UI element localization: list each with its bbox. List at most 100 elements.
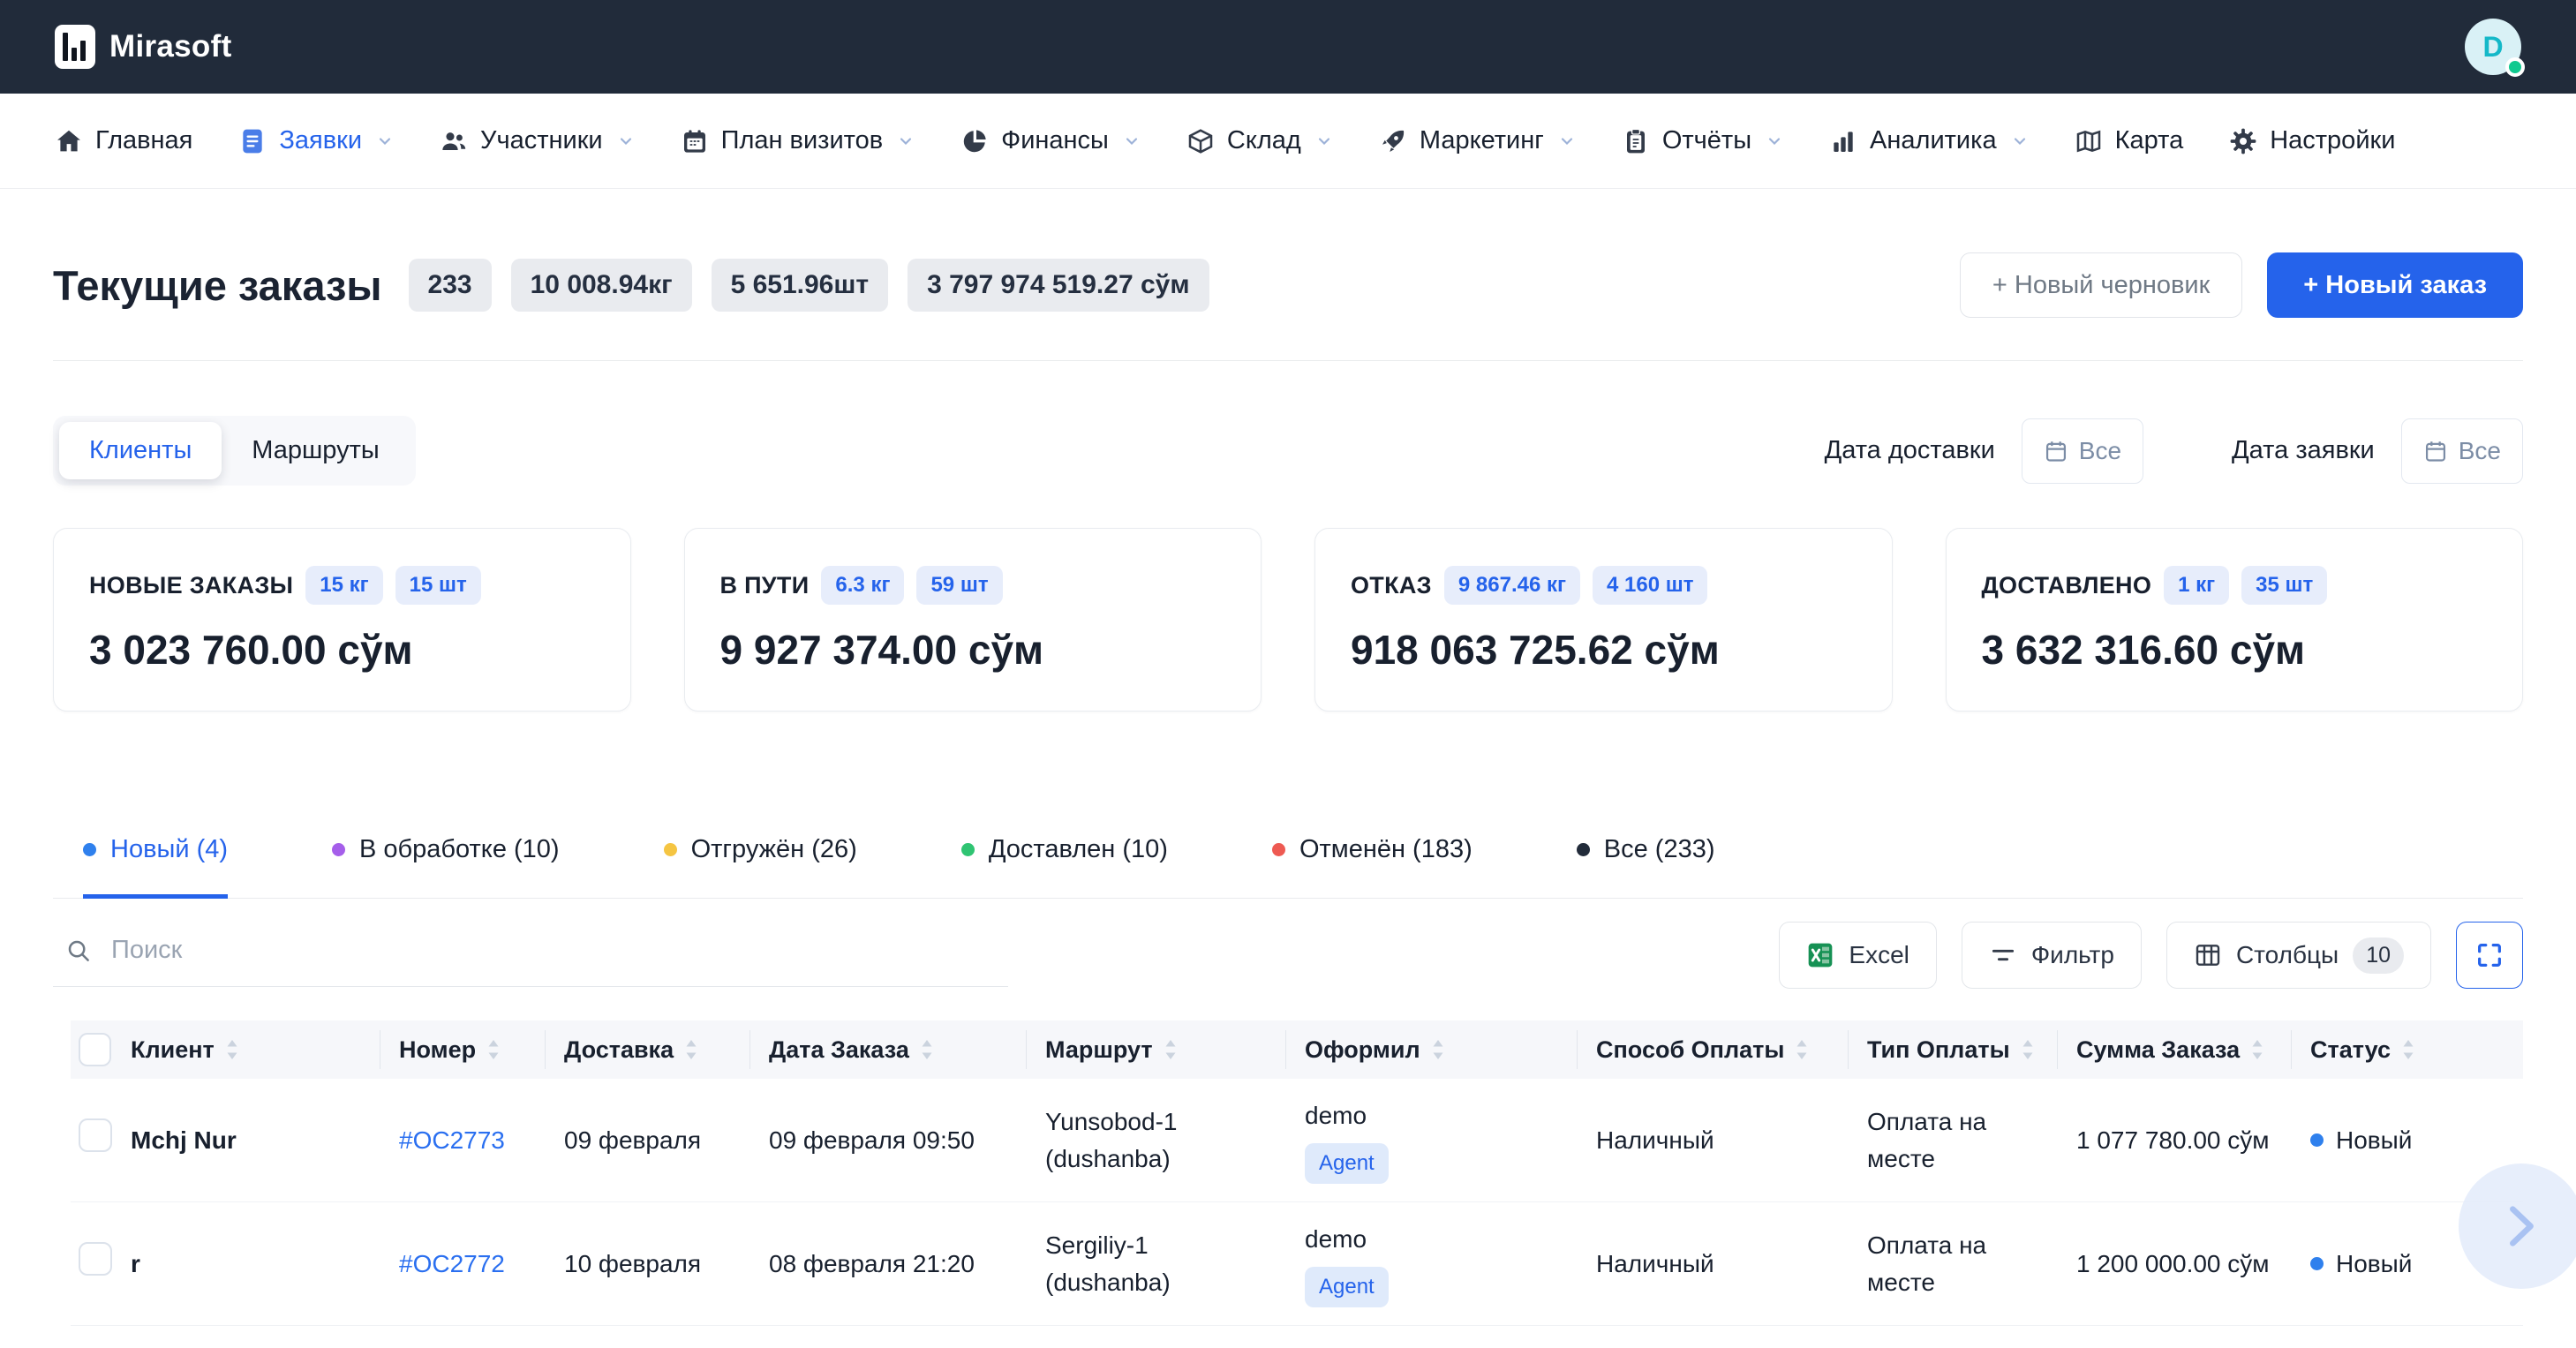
table-scroll-right-button[interactable]: [2459, 1163, 2576, 1289]
columns-button[interactable]: Столбцы 10: [2166, 922, 2431, 989]
summary-card-title: НОВЫЕ ЗАКАЗЫ: [89, 572, 293, 599]
summary-card: В ПУТИ 6.3 кг 59 шт 9 927 374.00 сўм: [684, 528, 1262, 712]
delivery-date-label: Дата доставки: [1825, 436, 1995, 465]
nav-item-warehouse[interactable]: Склад: [1186, 126, 1333, 155]
select-all-checkbox[interactable]: [79, 1033, 111, 1066]
nav-item-marketing[interactable]: Маркетинг: [1379, 126, 1576, 155]
nav-item-members[interactable]: Участники: [440, 126, 635, 155]
nav-label: Карта: [2115, 126, 2184, 155]
route-cell: Yunsobod-1 (dushanba): [1026, 1103, 1285, 1178]
column-header[interactable]: Способ Оплаты: [1577, 1020, 1848, 1079]
sort-icon[interactable]: [225, 1038, 239, 1061]
nav-label: Главная: [95, 126, 192, 155]
status-tab-label: Отменён (183): [1299, 835, 1473, 864]
nav-item-analytics[interactable]: Аналитика: [1829, 126, 2029, 155]
nav-item-visit-plan[interactable]: План визитов: [681, 126, 915, 155]
column-header-label: Оформил: [1305, 1036, 1420, 1064]
brand-name: Mirasoft: [109, 29, 232, 64]
chevron-down-icon: [617, 132, 635, 150]
manager-name: demo: [1305, 1221, 1367, 1258]
box-icon: [1186, 127, 1215, 155]
route-name: Sergiliy-1: [1045, 1227, 1285, 1264]
sort-icon[interactable]: [1795, 1038, 1809, 1061]
new-draft-button[interactable]: + Новый черновик: [1960, 252, 2242, 318]
summary-badge: 10 008.94кг: [511, 259, 692, 312]
nav-item-map[interactable]: Карта: [2075, 126, 2184, 155]
nav-item-orders[interactable]: Заявки: [238, 126, 394, 155]
status-tab[interactable]: Доставлен (10): [961, 835, 1168, 899]
summary-card: ОТКАЗ 9 867.46 кг 4 160 шт 918 063 725.6…: [1314, 528, 1893, 712]
sort-icon[interactable]: [2021, 1038, 2035, 1061]
column-header[interactable]: Клиент: [111, 1020, 380, 1079]
column-header[interactable]: Сумма Заказа: [2057, 1020, 2291, 1079]
users-icon: [440, 127, 468, 155]
status-dot-icon: [664, 843, 677, 856]
sort-icon[interactable]: [2250, 1038, 2264, 1061]
sort-icon[interactable]: [2401, 1038, 2415, 1061]
status-tab[interactable]: В обработке (10): [332, 835, 560, 899]
nav-item-home[interactable]: Главная: [55, 126, 192, 155]
sort-icon[interactable]: [1431, 1038, 1445, 1061]
column-header-label: Тип Оплаты: [1867, 1036, 2010, 1064]
filter-button[interactable]: Фильтр: [1962, 922, 2142, 989]
rocket-icon: [1379, 127, 1407, 155]
column-header-label: Сумма Заказа: [2076, 1036, 2240, 1064]
status-label: Новый: [2336, 1122, 2412, 1159]
nav-item-settings[interactable]: Настройки: [2229, 126, 2395, 155]
table-row[interactable]: r #OC2772 10 февраля 08 февраля 21:20 Se…: [71, 1202, 2523, 1326]
status-tab[interactable]: Отгружён (26): [664, 835, 857, 899]
nav-item-finance[interactable]: Финансы: [960, 126, 1141, 155]
brand: Mirasoft: [55, 25, 232, 69]
home-icon: [55, 127, 83, 155]
new-order-button[interactable]: + Новый заказ: [2267, 252, 2523, 318]
view-tab[interactable]: Маршруты: [222, 422, 409, 479]
user-avatar[interactable]: D: [2465, 19, 2521, 75]
fullscreen-button[interactable]: [2456, 922, 2523, 989]
excel-export-button[interactable]: Excel: [1779, 922, 1936, 989]
status-tab[interactable]: Новый (4): [83, 835, 228, 899]
summary-card: НОВЫЕ ЗАКАЗЫ 15 кг 15 шт 3 023 760.00 сў…: [53, 528, 631, 712]
summary-badge: 3 797 974 519.27 сўм: [908, 259, 1209, 312]
column-header[interactable]: Маршрут: [1026, 1020, 1285, 1079]
order-number-link[interactable]: #OC2773: [380, 1122, 545, 1159]
sort-icon[interactable]: [1164, 1038, 1178, 1061]
column-header[interactable]: Доставка: [545, 1020, 749, 1079]
column-header[interactable]: Номер: [380, 1020, 545, 1079]
order-number-link[interactable]: #OC2772: [380, 1246, 545, 1283]
nav-item-reports[interactable]: Отчёты: [1622, 126, 1783, 155]
table-row[interactable]: Mchj Nur #OC2773 09 февраля 09 февраля 0…: [71, 1079, 2523, 1202]
request-date-button[interactable]: Все: [2401, 418, 2523, 484]
status-tab[interactable]: Отменён (183): [1272, 835, 1473, 899]
excel-label: Excel: [1849, 941, 1909, 969]
nav-label: Склад: [1227, 126, 1301, 155]
sort-icon[interactable]: [486, 1038, 501, 1061]
sort-icon[interactable]: [684, 1038, 698, 1061]
status-dot-icon: [961, 843, 975, 856]
column-header[interactable]: Тип Оплаты: [1848, 1020, 2057, 1079]
filter-icon: [1989, 941, 2017, 969]
column-header[interactable]: Оформил: [1285, 1020, 1577, 1079]
status-tab[interactable]: Все (233): [1577, 835, 1715, 899]
delivery-date-button[interactable]: Все: [2022, 418, 2143, 484]
qty-pill: 35 шт: [2241, 566, 2327, 605]
weight-pill: 6.3 кг: [821, 566, 904, 605]
sort-icon[interactable]: [920, 1038, 934, 1061]
row-checkbox[interactable]: [79, 1242, 112, 1276]
main-nav: Главная Заявки Участники План визитов Фи…: [0, 94, 2576, 189]
manager-name: demo: [1305, 1097, 1367, 1134]
delivery-date-value: Все: [2079, 437, 2121, 465]
summary-badge: 5 651.96шт: [712, 259, 888, 312]
search-input[interactable]: [111, 936, 1008, 965]
column-header[interactable]: Статус: [2291, 1020, 2523, 1079]
status-label: Новый: [2336, 1246, 2412, 1283]
view-tab[interactable]: Клиенты: [59, 422, 222, 479]
summary-card-amount: 9 927 374.00 сўм: [720, 626, 1226, 674]
topbar: Mirasoft D: [0, 0, 2576, 94]
toolbar-buttons: Excel Фильтр Столбцы 10: [1779, 922, 2523, 989]
columns-icon: [2194, 941, 2222, 969]
nav-label: Участники: [480, 126, 603, 155]
delivery-date-cell: 10 февраля: [545, 1246, 749, 1283]
column-header[interactable]: Дата Заказа: [749, 1020, 1026, 1079]
clipboard-icon: [1622, 127, 1650, 155]
row-checkbox[interactable]: [79, 1118, 112, 1152]
